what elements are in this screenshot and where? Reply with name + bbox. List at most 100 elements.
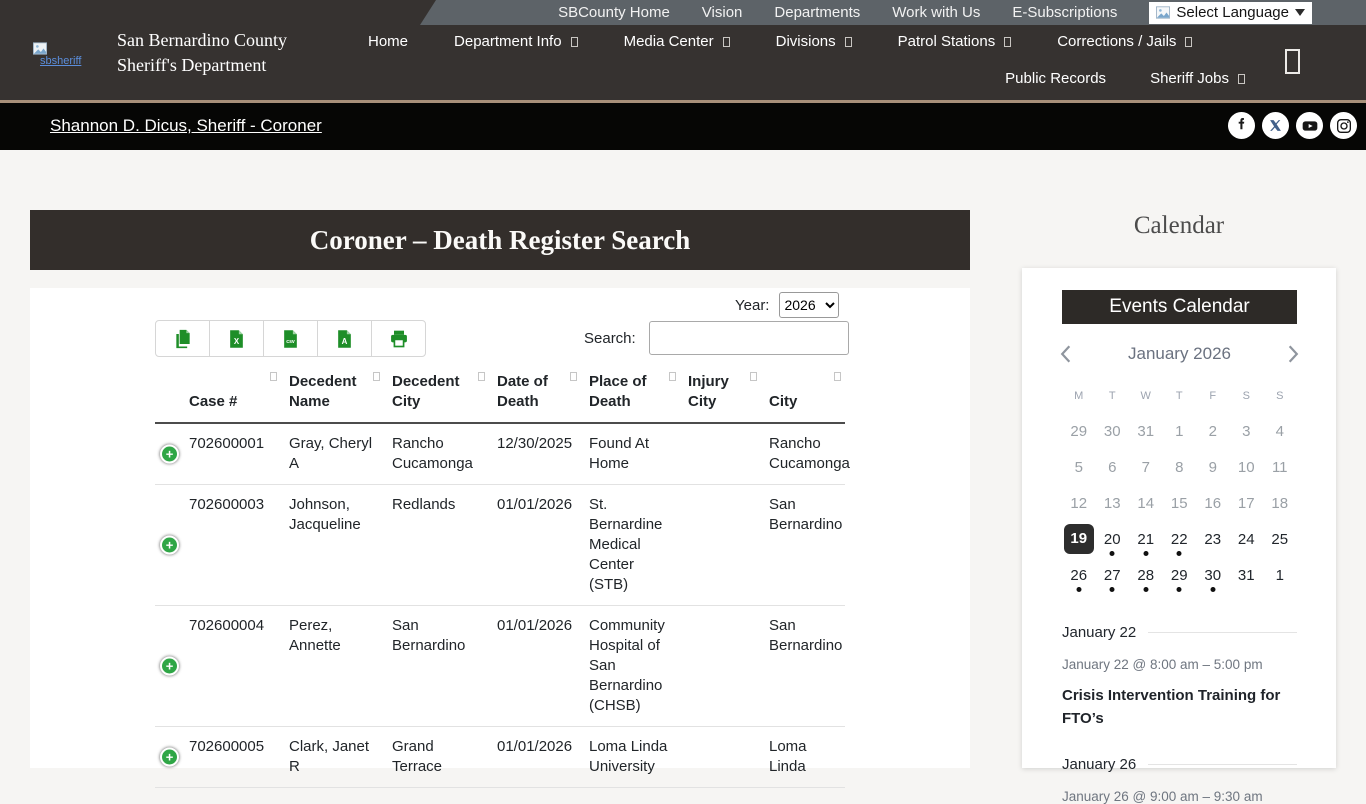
- calendar-day[interactable]: 15: [1163, 486, 1197, 522]
- utility-link-work-with-us[interactable]: Work with Us: [892, 4, 980, 21]
- calendar-day[interactable]: 21: [1129, 522, 1163, 558]
- export-pdf-button[interactable]: A: [317, 320, 372, 357]
- facebook-icon[interactable]: [1228, 112, 1255, 139]
- export-copy-button[interactable]: [155, 320, 210, 357]
- year-select[interactable]: 2026: [779, 292, 840, 318]
- nav-item-home[interactable]: Home: [368, 33, 408, 50]
- col-header-place-of-death[interactable]: Place of Death: [581, 366, 680, 424]
- nav-item-public-records[interactable]: Public Records: [1005, 70, 1106, 87]
- cell-case-number: 702600001: [181, 423, 281, 485]
- calendar-day[interactable]: 29: [1062, 414, 1096, 450]
- calendar-day[interactable]: 1: [1163, 414, 1197, 450]
- calendar-day[interactable]: 24: [1230, 522, 1264, 558]
- calendar-day[interactable]: 9: [1196, 450, 1230, 486]
- calendar-day[interactable]: 11: [1263, 450, 1297, 486]
- x-twitter-icon[interactable]: [1262, 112, 1289, 139]
- col-header-decedent-city[interactable]: Decedent City: [384, 366, 489, 424]
- calendar-day[interactable]: 13: [1096, 486, 1130, 522]
- expand-row-button[interactable]: +: [160, 747, 179, 767]
- event-dot-icon: [1076, 587, 1082, 592]
- weekday-row: MTWTFSS: [1062, 390, 1297, 402]
- calendar-day[interactable]: 7: [1129, 450, 1163, 486]
- cell-decedent-name: Johnson, Jacqueline: [281, 484, 384, 606]
- youtube-icon[interactable]: [1296, 112, 1323, 139]
- event-date-label: January 22: [1062, 624, 1137, 641]
- calendar-day[interactable]: 30: [1196, 558, 1230, 594]
- prev-month-button[interactable]: [1060, 345, 1071, 363]
- cell-case-number: 702600003: [181, 484, 281, 606]
- nav-item-sheriff-jobs[interactable]: Sheriff Jobs: [1150, 70, 1245, 87]
- svg-text:X: X: [234, 336, 240, 345]
- calendar-day[interactable]: 1: [1263, 558, 1297, 594]
- export-csv-button[interactable]: csv: [263, 320, 318, 357]
- search-input[interactable]: [648, 321, 849, 355]
- calendar-day[interactable]: 27: [1096, 558, 1130, 594]
- calendar-day[interactable]: 16: [1196, 486, 1230, 522]
- nav-item-patrol-stations[interactable]: Patrol Stations: [898, 33, 1012, 50]
- col-header-injury-city[interactable]: Injury City: [680, 366, 761, 424]
- calendar-day[interactable]: 18: [1263, 486, 1297, 522]
- col-header-date-of-death[interactable]: Date of Death: [489, 366, 581, 424]
- language-selector-label: Select Language: [1176, 4, 1289, 21]
- col-header-control: [155, 366, 181, 424]
- export-print-button[interactable]: [371, 320, 426, 357]
- cell-injury-city: [680, 726, 761, 788]
- calendar-day[interactable]: 30: [1096, 414, 1130, 450]
- event-title-link[interactable]: Crisis Intervention Training for FTO’s: [1062, 684, 1297, 730]
- breadcrumb-link[interactable]: Shannon D. Dicus, Sheriff - Coroner: [50, 116, 322, 136]
- utility-link-e-subscriptions[interactable]: E-Subscriptions: [1012, 4, 1117, 21]
- calendar-day[interactable]: 2: [1196, 414, 1230, 450]
- col-header-decedent-name[interactable]: Decedent Name: [281, 366, 384, 424]
- instagram-icon[interactable]: [1330, 112, 1357, 139]
- nav-item-corrections-jails[interactable]: Corrections / Jails: [1057, 33, 1193, 50]
- calendar-day[interactable]: 4: [1263, 414, 1297, 450]
- calendar-day[interactable]: 29: [1163, 558, 1197, 594]
- utility-link-vision[interactable]: Vision: [702, 4, 743, 21]
- calendar-day[interactable]: 20: [1096, 522, 1130, 558]
- calendar-day[interactable]: 5: [1062, 450, 1096, 486]
- table-search: Search:: [584, 321, 849, 355]
- cell-city: Rancho Cucamonga: [761, 423, 850, 485]
- days-grid: 29 30 31 1 2 3 4 5 6 7 8 9 10 11 12 13 14 15 16 17 18 19 20 21 2…: [1062, 414, 1297, 594]
- search-icon[interactable]: [1285, 49, 1300, 74]
- calendar-day[interactable]: 12: [1062, 486, 1096, 522]
- calendar-day[interactable]: 10: [1230, 450, 1264, 486]
- expand-row-button[interactable]: +: [160, 656, 179, 676]
- calendar-day[interactable]: 17: [1230, 486, 1264, 522]
- calendar-day[interactable]: 26: [1062, 558, 1096, 594]
- col-header-city[interactable]: City: [761, 366, 845, 424]
- site-logo[interactable]: sbsheriff: [33, 42, 97, 72]
- expand-row-button[interactable]: +: [160, 444, 179, 464]
- event-date-rule: [1148, 632, 1297, 633]
- weekday-label: S: [1242, 390, 1250, 402]
- event-time: January 22 @ 8:00 am – 5:00 pm: [1062, 657, 1263, 672]
- nav-item-media-center[interactable]: Media Center: [624, 33, 730, 50]
- dropdown-indicator-icon: [722, 36, 730, 47]
- calendar-day[interactable]: 8: [1163, 450, 1197, 486]
- language-selector[interactable]: Select Language: [1149, 1, 1312, 24]
- calendar-day[interactable]: 6: [1096, 450, 1130, 486]
- events-calendar-title: Events Calendar: [1062, 290, 1297, 324]
- calendar-day[interactable]: 31: [1129, 414, 1163, 450]
- next-month-button[interactable]: [1288, 345, 1299, 363]
- calendar-day[interactable]: 28: [1129, 558, 1163, 594]
- calendar-day[interactable]: 25: [1263, 522, 1297, 558]
- event-dot-icon: [1176, 551, 1182, 556]
- calendar-day[interactable]: 14: [1129, 486, 1163, 522]
- calendar-day[interactable]: 23: [1196, 522, 1230, 558]
- nav-item-divisions[interactable]: Divisions: [776, 33, 852, 50]
- col-header-case[interactable]: Case #: [181, 366, 281, 424]
- export-excel-button[interactable]: X: [209, 320, 264, 357]
- chevron-left-icon: [1060, 345, 1071, 363]
- nav-item-department-info[interactable]: Department Info: [454, 33, 578, 50]
- event-date-heading: January 22: [1062, 624, 1297, 641]
- calendar-day[interactable]: 22: [1163, 522, 1197, 558]
- calendar-day[interactable]: 31: [1230, 558, 1264, 594]
- calendar-day-today[interactable]: 19: [1062, 522, 1096, 558]
- utility-link-sbcounty-home[interactable]: SBCounty Home: [558, 4, 670, 21]
- expand-row-button[interactable]: +: [160, 535, 179, 555]
- utility-link-departments[interactable]: Departments: [774, 4, 860, 21]
- sort-icon: [270, 372, 277, 381]
- calendar-day[interactable]: 3: [1230, 414, 1264, 450]
- cell-city: San Bernardino: [761, 605, 845, 727]
